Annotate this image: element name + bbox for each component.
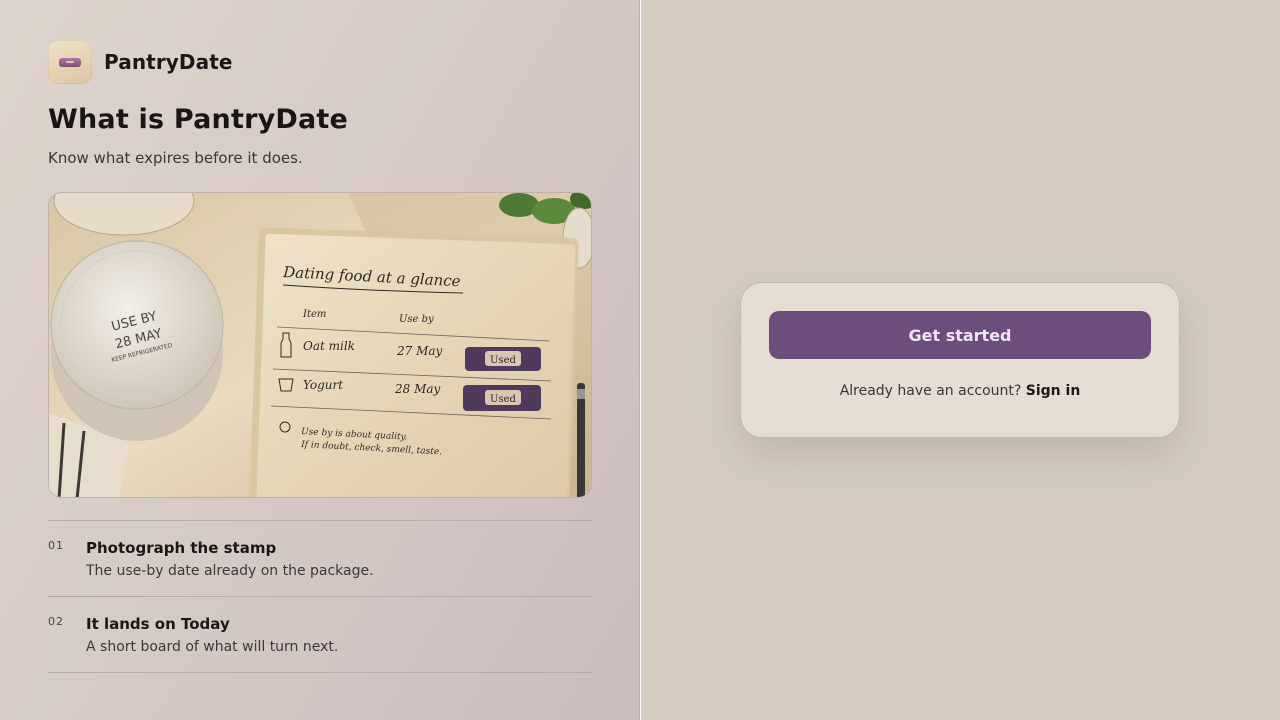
- row-2-date: 28 May: [394, 382, 441, 396]
- tin-icon: [48, 40, 92, 84]
- row-2-tag: Used: [490, 394, 516, 405]
- row-1-date: 27 May: [396, 344, 443, 358]
- brand-name: PantryDate: [104, 50, 233, 74]
- hero-illustration: USE BY 28 MAY KEEP REFRIGERATED Dating f…: [48, 192, 592, 498]
- divider: [48, 520, 592, 521]
- step-2-desc: A short board of what will turn next.: [86, 639, 339, 655]
- step-2-title: It lands on Today: [86, 615, 230, 633]
- step-2-number: 02: [48, 615, 64, 628]
- sign-in-prompt: Already have an account? Sign in: [741, 383, 1179, 399]
- divider: [48, 672, 592, 673]
- column-item: Item: [302, 309, 326, 320]
- row-1-tag: Used: [490, 355, 516, 366]
- intro-panel: PantryDate What is PantryDate Know what …: [0, 0, 640, 720]
- divider: [48, 596, 592, 597]
- row-2-item: Yogurt: [303, 378, 343, 392]
- sign-in-link[interactable]: Sign in: [1026, 383, 1081, 399]
- page-subtitle: Know what expires before it does.: [48, 149, 303, 167]
- brand: PantryDate: [48, 40, 233, 84]
- get-started-button[interactable]: Get started: [769, 311, 1151, 359]
- auth-card: Get started Already have an account? Sig…: [740, 282, 1180, 438]
- sign-in-prompt-text: Already have an account?: [839, 383, 1022, 399]
- page-title: What is PantryDate: [48, 104, 349, 135]
- row-1-item: Oat milk: [303, 339, 355, 353]
- step-1-number: 01: [48, 539, 64, 552]
- step-1-desc: The use-by date already on the package.: [86, 563, 374, 579]
- column-use-by: Use by: [399, 314, 434, 325]
- step-1-title: Photograph the stamp: [86, 539, 277, 557]
